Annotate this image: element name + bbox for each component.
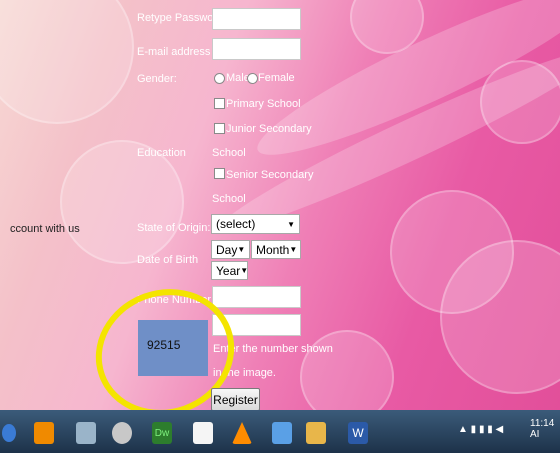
dob-day-select[interactable]: Day ▼ — [211, 240, 250, 259]
grid-app-icon[interactable] — [193, 422, 213, 444]
dreamweaver-icon[interactable]: Dw — [152, 422, 172, 444]
disc-icon[interactable] — [112, 422, 132, 444]
edu-junior-label-line1: Junior Secondary — [226, 123, 312, 135]
edu-primary-label: Primary School — [226, 98, 301, 110]
dob-day-value: Day — [216, 242, 238, 257]
chevron-down-icon: ▼ — [289, 245, 298, 254]
folder-icon[interactable] — [306, 422, 326, 444]
state-label: State of Origin: — [137, 222, 211, 234]
retype-password-field[interactable] — [212, 8, 301, 30]
dob-label: Date of Birth — [137, 254, 199, 266]
state-select-value: (select) — [216, 217, 256, 231]
edu-junior-checkbox[interactable] — [214, 123, 225, 134]
email-field[interactable] — [212, 38, 301, 60]
edu-senior-checkbox[interactable] — [214, 168, 225, 179]
email-label: E-mail address — [137, 46, 211, 58]
document-app-icon[interactable] — [272, 422, 292, 444]
system-tray-icons[interactable]: ▲ ▮ ▮ ▮ ◀ — [458, 424, 503, 435]
gender-male-radio[interactable] — [214, 73, 225, 84]
dob-year-select[interactable]: Year ▼ — [211, 261, 248, 280]
chevron-down-icon: ▼ — [287, 219, 295, 229]
chevron-down-icon: ▼ — [240, 266, 249, 275]
edu-primary-checkbox[interactable] — [214, 98, 225, 109]
edu-senior-label-line2: School — [212, 193, 246, 205]
phone-field[interactable] — [212, 286, 301, 308]
gender-female-radio[interactable] — [247, 73, 258, 84]
chevron-down-icon: ▼ — [237, 245, 246, 254]
dob-year-value: Year — [216, 263, 241, 278]
gender-label: Gender: — [137, 73, 177, 85]
education-label: Education — [137, 147, 186, 159]
edu-junior-label-line2: School — [212, 147, 246, 159]
gender-female-label: Female — [258, 72, 295, 84]
dob-month-value: Month — [256, 242, 290, 257]
clock[interactable]: 11:14 AI — [530, 418, 560, 440]
register-button[interactable]: Register — [211, 388, 260, 411]
start-orb-icon[interactable] — [2, 424, 16, 442]
browser-icon[interactable] — [76, 422, 96, 444]
word-icon[interactable]: W — [348, 422, 368, 444]
state-select[interactable]: (select) ▼ — [211, 214, 300, 234]
dob-month-select[interactable]: Month ▼ — [251, 240, 301, 259]
left-partial-text: ccount with us — [10, 223, 80, 235]
edu-senior-label-line1: Senior Secondary — [226, 169, 314, 181]
media-player-icon[interactable] — [34, 422, 54, 444]
